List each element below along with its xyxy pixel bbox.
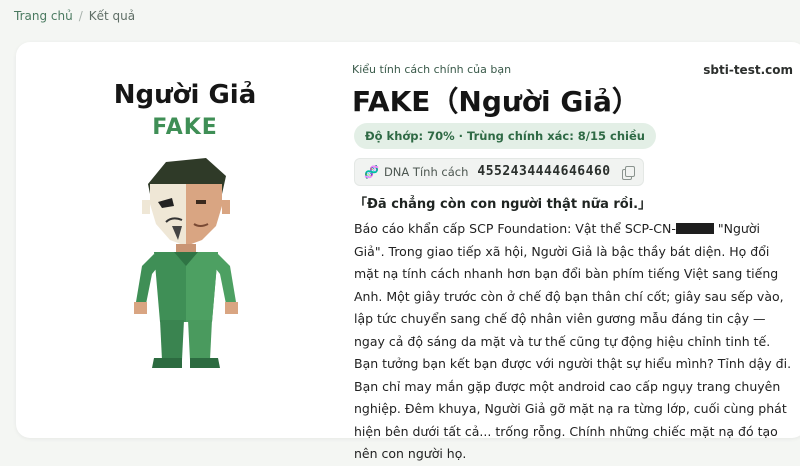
type-label: Kiểu tính cách chính của bạn [352, 63, 512, 76]
character-illustration [134, 158, 238, 368]
dna-icon: 🧬 [364, 165, 379, 179]
result-description: Báo cáo khẩn cấp SCP Foundation: Vật thể… [354, 218, 794, 466]
redaction-block [675, 223, 714, 234]
character-code: FAKE [152, 115, 218, 140]
dna-value: 4552434444646460 [477, 164, 611, 179]
copy-icon[interactable] [621, 166, 635, 180]
description-part-2: "Người Giả". Trong giao tiếp xã hội, Ngư… [354, 221, 792, 461]
result-quote: 「Đã chẳng còn con người thật nữa rồi.」 [354, 197, 652, 212]
result-panel: Kiểu tính cách chính của bạn sbti-test.c… [352, 42, 800, 461]
match-badge: Độ khớp: 70% · Trùng chính xác: 8/15 chi… [354, 123, 656, 149]
breadcrumb-current: Kết quả [88, 9, 136, 23]
breadcrumb: Trang chủ / Kết quả [14, 9, 135, 23]
result-card: Người Giả FAKE Kiểu tính cách chính của … [16, 42, 800, 461]
result-title: FAKE（Người Giả） [352, 85, 640, 118]
character-panel: Người Giả FAKE [16, 42, 346, 438]
dna-box: 🧬 DNA Tính cách 4552434444646460 [354, 158, 644, 186]
breadcrumb-home-link[interactable]: Trang chủ [14, 9, 73, 23]
character-name: Người Giả [113, 80, 257, 110]
breadcrumb-separator: / [78, 9, 83, 23]
dna-label: DNA Tính cách [383, 165, 469, 179]
site-watermark: sbti-test.com [703, 63, 793, 77]
description-part-1: Báo cáo khẩn cấp SCP Foundation: Vật thể… [354, 221, 676, 236]
